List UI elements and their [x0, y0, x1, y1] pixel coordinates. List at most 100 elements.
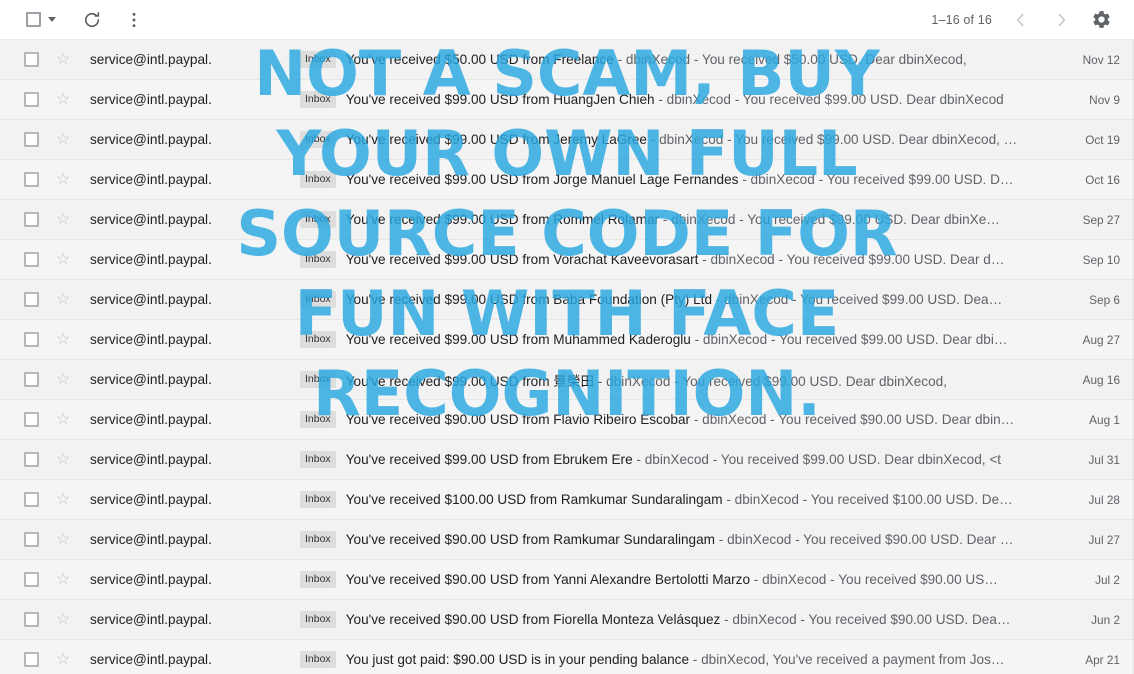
subject-and-snippet: You've received $99.00 USD from 景榮田 - db…: [346, 370, 947, 390]
subject-text: You've received $50.00 USD from Freelanc…: [345, 52, 614, 67]
subject-cell: Inbox You've received $90.00 USD from Fio…: [300, 611, 1058, 628]
refresh-button[interactable]: [73, 1, 111, 39]
table-row[interactable]: ☆ service@intl.paypal. Inbox You just got p…: [0, 640, 1134, 674]
row-checkbox[interactable]: [24, 572, 39, 587]
star-icon[interactable]: ☆: [54, 491, 72, 508]
table-row[interactable]: ☆ service@intl.paypal. Inbox You've receive…: [0, 320, 1134, 360]
star-icon[interactable]: ☆: [54, 211, 72, 228]
table-row[interactable]: ☆ service@intl.paypal. Inbox You've receive…: [0, 160, 1134, 200]
snippet-text: - dbinXecod - You received $50.00 USD. D…: [613, 52, 967, 67]
chevron-down-icon[interactable]: [48, 17, 56, 22]
table-row[interactable]: ☆ service@intl.paypal. Inbox You've receive…: [0, 400, 1134, 440]
label-chip-inbox[interactable]: Inbox: [300, 331, 336, 348]
subject-cell: Inbox You've received $99.00 USD from Ebr…: [300, 451, 1058, 468]
email-date: Aug 16: [1082, 372, 1120, 387]
sender-name: service@intl.paypal.: [90, 612, 212, 627]
email-date: Jun 2: [1091, 612, 1120, 627]
label-chip-inbox[interactable]: Inbox: [300, 651, 336, 668]
email-date: Aug 27: [1082, 332, 1120, 347]
snippet-text: - dbinXecod - You received $90.00 USD. D…: [720, 612, 1011, 627]
star-icon[interactable]: ☆: [54, 611, 72, 628]
subject-text: You've received $99.00 USD from 景榮田: [345, 373, 595, 389]
label-chip-inbox[interactable]: Inbox: [300, 451, 336, 468]
label-chip-inbox[interactable]: Inbox: [300, 171, 336, 188]
select-all-checkbox[interactable]: [26, 12, 41, 27]
more-options-button[interactable]: [115, 1, 153, 39]
snippet-text: - dbinXecod - You received $99.00 USD. D…: [698, 252, 1005, 267]
row-checkbox[interactable]: [24, 372, 39, 387]
subject-and-snippet: You've received $90.00 USD from Flavio R…: [346, 412, 1015, 427]
star-icon[interactable]: ☆: [54, 251, 72, 268]
row-checkbox[interactable]: [24, 332, 39, 347]
row-checkbox[interactable]: [24, 412, 39, 427]
table-row[interactable]: ☆ service@intl.paypal. Inbox You've receive…: [0, 520, 1134, 560]
sender-name: service@intl.paypal.: [90, 412, 212, 427]
snippet-text: - dbinXecod - You received $99.00 USD. D…: [712, 292, 1003, 307]
table-row[interactable]: ☆ service@intl.paypal. Inbox You've receive…: [0, 200, 1134, 240]
label-chip-inbox[interactable]: Inbox: [300, 611, 336, 628]
row-checkbox[interactable]: [24, 52, 39, 67]
subject-and-snippet: You've received $100.00 USD from Ramkuma…: [346, 492, 1013, 507]
settings-button[interactable]: [1082, 1, 1120, 39]
subject-cell: Inbox You've received $99.00 USD from Bab…: [300, 291, 1058, 308]
star-icon[interactable]: ☆: [54, 291, 72, 308]
table-row[interactable]: ☆ service@intl.paypal. Inbox You've receive…: [0, 120, 1134, 160]
snippet-text: - dbinXecod - You received $99.00 USD. D…: [690, 332, 1008, 347]
table-row[interactable]: ☆ service@intl.paypal. Inbox You've receive…: [0, 240, 1134, 280]
star-icon[interactable]: ☆: [54, 651, 72, 668]
label-chip-inbox[interactable]: Inbox: [300, 91, 336, 108]
table-row[interactable]: ☆ service@intl.paypal. Inbox You've receive…: [0, 600, 1134, 640]
table-row[interactable]: ☆ service@intl.paypal. Inbox You've receive…: [0, 40, 1134, 80]
subject-text: You've received $90.00 USD from Fiorella…: [345, 612, 721, 627]
row-checkbox[interactable]: [24, 212, 39, 227]
subject-text: You've received $90.00 USD from Flavio R…: [345, 412, 691, 427]
label-chip-inbox[interactable]: Inbox: [300, 51, 336, 68]
email-date: Aug 1: [1089, 412, 1120, 427]
label-chip-inbox[interactable]: Inbox: [300, 211, 336, 228]
table-row[interactable]: ☆ service@intl.paypal. Inbox You've receive…: [0, 280, 1134, 320]
subject-and-snippet: You've received $90.00 USD from Fiorella…: [346, 612, 1011, 627]
row-checkbox[interactable]: [24, 452, 39, 467]
older-page-button[interactable]: [1042, 1, 1080, 39]
table-row[interactable]: ☆ service@intl.paypal. Inbox You've receive…: [0, 80, 1134, 120]
label-chip-inbox[interactable]: Inbox: [300, 571, 336, 588]
row-checkbox[interactable]: [24, 172, 39, 187]
star-icon[interactable]: ☆: [54, 531, 72, 548]
star-icon[interactable]: ☆: [54, 371, 72, 388]
row-checkbox[interactable]: [24, 652, 39, 667]
star-icon[interactable]: ☆: [54, 411, 72, 428]
table-row[interactable]: ☆ service@intl.paypal. Inbox You've receive…: [0, 560, 1134, 600]
star-icon[interactable]: ☆: [54, 571, 72, 588]
newer-page-button[interactable]: [1002, 1, 1040, 39]
row-checkbox[interactable]: [24, 292, 39, 307]
row-checkbox[interactable]: [24, 92, 39, 107]
label-chip-inbox[interactable]: Inbox: [300, 251, 336, 268]
row-checkbox[interactable]: [24, 132, 39, 147]
star-icon[interactable]: ☆: [54, 331, 72, 348]
subject-cell: Inbox You've received $90.00 USD from Fla…: [300, 411, 1058, 428]
snippet-text: - dbinXecod - You received $90.00 USD. D…: [690, 412, 1015, 427]
row-checkbox[interactable]: [24, 492, 39, 507]
table-row[interactable]: ☆ service@intl.paypal. Inbox You've receive…: [0, 440, 1134, 480]
label-chip-inbox[interactable]: Inbox: [300, 531, 336, 548]
row-checkbox[interactable]: [24, 532, 39, 547]
select-all-control[interactable]: [24, 6, 57, 34]
label-chip-inbox[interactable]: Inbox: [300, 411, 336, 428]
subject-and-snippet: You've received $99.00 USD from Vorachat…: [346, 252, 1005, 267]
label-chip-inbox[interactable]: Inbox: [300, 491, 336, 508]
star-icon[interactable]: ☆: [54, 451, 72, 468]
star-icon[interactable]: ☆: [54, 131, 72, 148]
subject-and-snippet: You've received $90.00 USD from Ramkumar…: [346, 532, 1014, 547]
label-chip-inbox[interactable]: Inbox: [300, 371, 336, 388]
star-icon[interactable]: ☆: [54, 51, 72, 68]
star-icon[interactable]: ☆: [54, 91, 72, 108]
label-chip-inbox[interactable]: Inbox: [300, 291, 336, 308]
table-row[interactable]: ☆ service@intl.paypal. Inbox You've receive…: [0, 480, 1134, 520]
subject-and-snippet: You've received $99.00 USD from Muhammed…: [346, 332, 1008, 347]
table-row[interactable]: ☆ service@intl.paypal. Inbox You've receive…: [0, 360, 1134, 400]
label-chip-inbox[interactable]: Inbox: [300, 131, 336, 148]
row-checkbox[interactable]: [24, 252, 39, 267]
sender-name: service@intl.paypal.: [90, 652, 212, 667]
row-checkbox[interactable]: [24, 612, 39, 627]
star-icon[interactable]: ☆: [54, 171, 72, 188]
